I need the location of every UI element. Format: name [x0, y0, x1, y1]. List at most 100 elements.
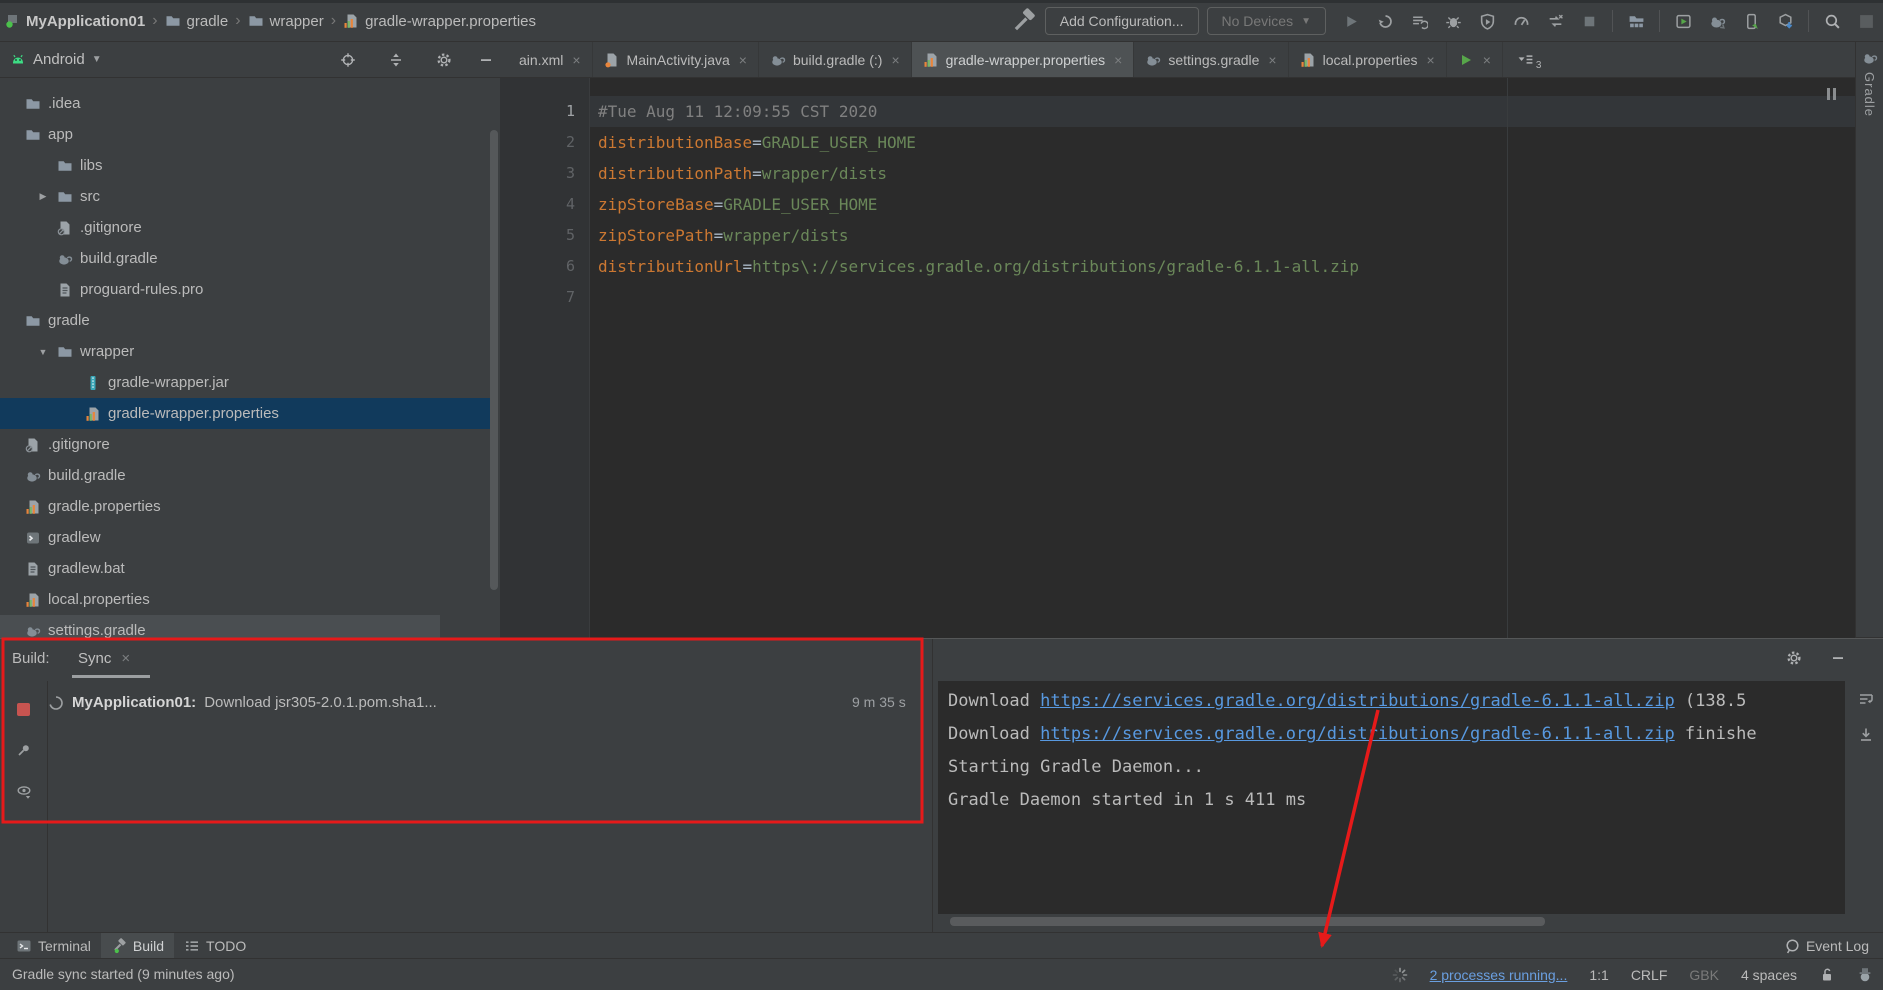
- close-icon[interactable]: ×: [1427, 52, 1435, 68]
- unlock-icon[interactable]: [1819, 967, 1835, 983]
- caret-position-widget[interactable]: 1:1: [1589, 967, 1608, 983]
- user-hat-icon[interactable]: [1857, 967, 1873, 983]
- tree-item-src[interactable]: ▶ src: [0, 181, 497, 212]
- tree-item-settings.gradle[interactable]: settings.gradle: [0, 615, 440, 638]
- build-tool-button[interactable]: Build: [100, 933, 175, 958]
- elephant-sync-button[interactable]: [1704, 8, 1730, 34]
- hammer-icon[interactable]: [1011, 8, 1037, 34]
- build-label: Build: [132, 937, 165, 954]
- editor-tab-build.gradle-[interactable]: build.gradle (:) ×: [759, 42, 912, 77]
- tree-item-wrapper[interactable]: ▼ wrapper: [0, 336, 497, 367]
- tree-item-gradle[interactable]: gradle: [0, 305, 497, 336]
- account-square-button[interactable]: [1853, 8, 1879, 34]
- chevron-right-icon[interactable]: ▶: [36, 191, 50, 202]
- logcat-button[interactable]: [1670, 8, 1696, 34]
- gradle-tool-button[interactable]: Gradle: [1856, 50, 1883, 117]
- project-tree-scrollbar[interactable]: [490, 130, 498, 590]
- play-button[interactable]: [1338, 8, 1364, 34]
- editor-tab-gradle-wrapper.properties[interactable]: gradle-wrapper.properties ×: [911, 42, 1135, 77]
- stop-button[interactable]: [1576, 8, 1602, 34]
- locate-file-button[interactable]: [340, 52, 356, 68]
- sync-restart-button[interactable]: [1372, 8, 1398, 34]
- build-console[interactable]: Download https://services.gradle.org/dis…: [938, 681, 1845, 914]
- editor-gutter: 1 2 3 4 5 6 7: [500, 78, 590, 638]
- scroll-to-end-icon[interactable]: [1857, 727, 1875, 743]
- breadcrumb-item[interactable]: gradle: [165, 13, 228, 30]
- gear-icon[interactable]: [436, 52, 452, 68]
- close-icon[interactable]: ×: [121, 650, 130, 667]
- breadcrumb-label: MyApplication01: [26, 12, 146, 30]
- tree-item-build.gradle[interactable]: build.gradle: [0, 243, 497, 274]
- pin-icon[interactable]: [16, 742, 32, 758]
- breadcrumb-item[interactable]: MyApplication01: [4, 13, 145, 30]
- device-selector[interactable]: No Devices ▼: [1206, 7, 1326, 35]
- token-comment: #Tue Aug 11 12:09:55 CST 2020: [598, 102, 878, 121]
- encoding-widget[interactable]: GBK: [1689, 967, 1719, 983]
- bug-button[interactable]: [1440, 8, 1466, 34]
- editor-tab-run[interactable]: ×: [1447, 42, 1503, 77]
- close-icon[interactable]: ×: [891, 52, 899, 68]
- tree-item-gradlew[interactable]: gradlew: [0, 522, 497, 553]
- processes-running-link[interactable]: 2 processes running...: [1430, 967, 1568, 983]
- tree-item-local.properties[interactable]: local.properties: [0, 584, 497, 615]
- tree-item-.gitignore[interactable]: .gitignore: [0, 212, 497, 243]
- tree-item-gradle-wrapper.jar[interactable]: gradle-wrapper.jar: [0, 367, 497, 398]
- forced-sync-button[interactable]: [1542, 8, 1568, 34]
- tree-item-label: gradlew.bat: [48, 560, 125, 577]
- build-task-row[interactable]: MyApplication01: Download jsr305-2.0.1.p…: [48, 687, 932, 718]
- tree-item-gradlew.bat[interactable]: gradlew.bat: [0, 553, 497, 584]
- close-icon[interactable]: ×: [739, 52, 747, 68]
- device-manager-button[interactable]: [1738, 8, 1764, 34]
- tree-item-.idea[interactable]: .idea: [0, 88, 497, 119]
- console-link[interactable]: https://services.gradle.org/distribution…: [1040, 724, 1675, 744]
- line-separator-widget[interactable]: CRLF: [1631, 967, 1668, 983]
- console-link[interactable]: https://services.gradle.org/distribution…: [1040, 691, 1675, 711]
- close-icon[interactable]: ×: [1114, 52, 1122, 68]
- terminal-tool-button[interactable]: Terminal: [6, 933, 101, 958]
- event-log-button[interactable]: Event Log: [1784, 933, 1869, 958]
- editor-code-area[interactable]: #Tue Aug 11 12:09:55 CST 2020 distributio…: [590, 78, 1855, 638]
- tree-item-proguard-rules.pro[interactable]: proguard-rules.pro: [0, 274, 497, 305]
- tree-item-gradle.properties[interactable]: gradle.properties: [0, 491, 497, 522]
- gear-icon[interactable]: [1786, 650, 1802, 666]
- tree-item-build.gradle[interactable]: build.gradle: [0, 460, 497, 491]
- hidden-tabs-selector[interactable]: 3: [1517, 42, 1541, 77]
- todo-tool-button[interactable]: TODO: [174, 933, 256, 958]
- view-options-icon[interactable]: [16, 784, 32, 800]
- sync-restart-icon: [1377, 13, 1394, 30]
- hide-panel-button[interactable]: [1830, 650, 1846, 666]
- shield-play-button[interactable]: [1474, 8, 1500, 34]
- editor-tab-ain.xml[interactable]: ain.xml ×: [508, 42, 593, 77]
- console-line: Download https://services.gradle.org/dis…: [948, 718, 1835, 751]
- close-icon[interactable]: ×: [1483, 52, 1491, 68]
- gitignore-icon: [25, 437, 41, 453]
- breadcrumb-item[interactable]: gradle-wrapper.properties: [343, 13, 536, 30]
- collapse-all-button[interactable]: [388, 52, 404, 68]
- tree-item-.gitignore[interactable]: .gitignore: [0, 429, 497, 460]
- sync-tab[interactable]: Sync ×: [78, 650, 130, 667]
- close-icon[interactable]: ×: [1268, 52, 1276, 68]
- search-button[interactable]: [1819, 8, 1845, 34]
- tree-item-app[interactable]: app: [0, 119, 497, 150]
- gauge-button[interactable]: [1508, 8, 1534, 34]
- add-configuration-button[interactable]: Add Configuration...: [1044, 7, 1199, 35]
- tree-item-libs[interactable]: libs: [0, 150, 497, 181]
- console-horizontal-scrollbar[interactable]: [950, 917, 1545, 926]
- editor-tab-MainActivity.java[interactable]: MainActivity.java ×: [593, 42, 759, 77]
- close-icon[interactable]: ×: [572, 52, 580, 68]
- profile-list-button[interactable]: [1406, 8, 1432, 34]
- editor-tab-settings.gradle[interactable]: settings.gradle ×: [1134, 42, 1289, 77]
- project-structure-button[interactable]: [1623, 8, 1649, 34]
- indent-widget[interactable]: 4 spaces: [1741, 967, 1797, 983]
- inspection-indicator-icon[interactable]: [1827, 88, 1839, 100]
- chevron-down-icon[interactable]: ▼: [36, 347, 50, 357]
- console-text: finishe: [1674, 724, 1757, 744]
- project-view-selector[interactable]: Android ▼: [10, 51, 102, 68]
- tree-item-gradle-wrapper.properties[interactable]: gradle-wrapper.properties: [0, 398, 497, 429]
- hide-panel-button[interactable]: [478, 52, 494, 68]
- stop-build-button[interactable]: [17, 703, 30, 716]
- breadcrumb-item[interactable]: wrapper: [248, 13, 324, 30]
- soft-wrap-icon[interactable]: [1857, 691, 1875, 707]
- sdk-manager-button[interactable]: [1772, 8, 1798, 34]
- editor-tab-local.properties[interactable]: local.properties ×: [1289, 42, 1447, 77]
